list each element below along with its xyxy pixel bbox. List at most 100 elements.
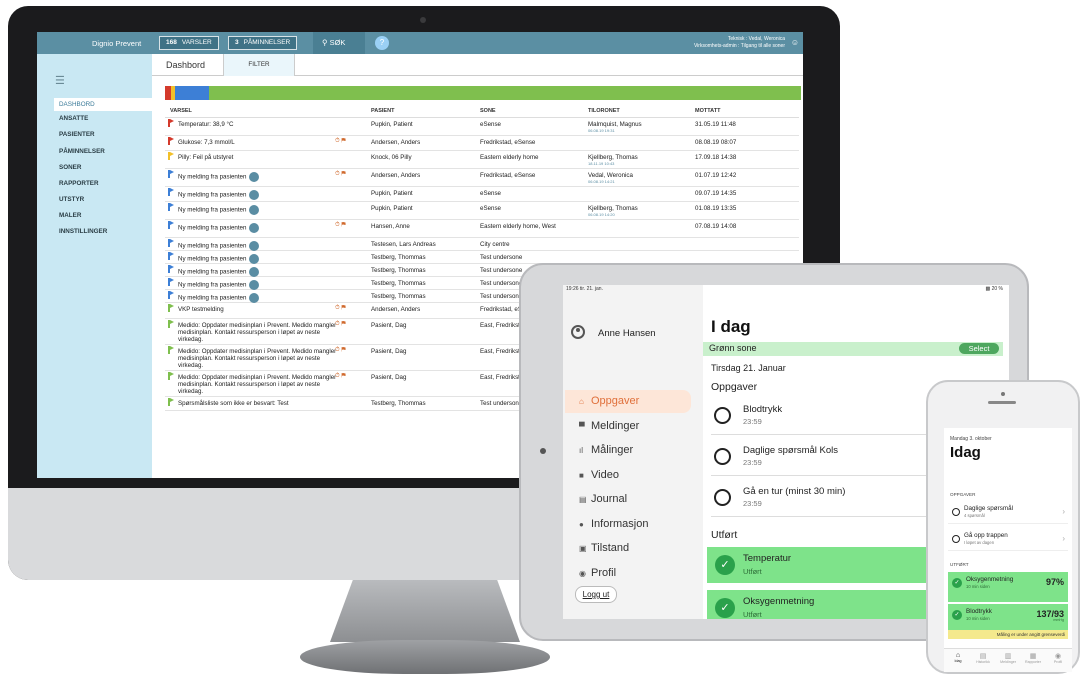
alarm-actions-icon[interactable]: ⏱ ⚑ (335, 138, 346, 145)
phone-done-item[interactable]: ✓ Blodtrykk 10 min siden 137/93 mmHg (948, 604, 1068, 630)
nav-item-journal[interactable]: ▤ Journal (565, 488, 691, 511)
task-checkbox-icon[interactable] (952, 535, 960, 543)
phone-tab-meldinger[interactable]: ▥ Meldinger (996, 652, 1020, 664)
user-icon[interactable]: ☺ (791, 38, 799, 47)
patient-name[interactable]: Testberg, Thommas (371, 254, 476, 261)
message-icon[interactable] (249, 205, 260, 215)
phone-tab-label: Idag (954, 659, 962, 663)
phone-done-item[interactable]: ✓ Oksygenmetning 10 min siden 97% (948, 572, 1068, 602)
alarm-actions-icon[interactable]: ⏱ ⚑ (335, 222, 346, 229)
table-row[interactable]: Ny melding fra pasienten Pupkin, Patient e… (165, 187, 799, 202)
zone-select-button[interactable]: Select (959, 343, 999, 354)
column-header-tildelt[interactable]: TILORONET (588, 108, 694, 115)
alarm-actions-icon[interactable]: ⏱ ⚑ (335, 321, 346, 328)
nav-item-oppgaver[interactable]: ⌂ Oppgaver (565, 390, 691, 413)
column-header-sone[interactable]: SONE (480, 108, 586, 115)
phone-tab-historikk[interactable]: ▤ Historikk (971, 652, 995, 664)
phone-tab-rapporter[interactable]: ▦ Rapporter (1021, 652, 1045, 664)
table-row[interactable]: Pilly: Feil på utstyret Knock, 06 Pilly Ea… (165, 151, 799, 169)
column-header-pasient[interactable]: PASIENT (371, 108, 476, 115)
alert-text: Ny melding fra pasienten (178, 172, 346, 182)
task-checkbox-icon[interactable] (714, 489, 731, 506)
reminders-button[interactable]: 3 PÅMINNELSER (228, 36, 298, 50)
task-checkbox-icon[interactable] (952, 508, 960, 516)
sidebar-item-ansatte[interactable]: ANSATTE (59, 115, 88, 122)
phone-tab-profil[interactable]: ◉ Profil (1046, 652, 1070, 664)
measurement-unit: mmHg (1053, 618, 1064, 622)
patient-name[interactable]: Pasient, Dag (371, 322, 476, 329)
patient-name[interactable]: Hansen, Anne (371, 223, 476, 230)
logout-button[interactable]: Logg ut (575, 586, 617, 603)
table-row[interactable]: Ny melding fra pasienten Pupkin, Patient e… (165, 202, 799, 220)
sidebar-item-paminnelser[interactable]: PÅMINNELSER (59, 148, 105, 155)
alarm-actions-icon[interactable]: ⏱ ⚑ (335, 171, 346, 178)
table-row[interactable]: Ny melding fra pasienten ⏱ ⚑ Andersen, And… (165, 169, 799, 187)
tab-filter[interactable]: FILTER (223, 54, 295, 76)
patient-name[interactable]: Andersen, Anders (371, 139, 476, 146)
patient-name[interactable]: Testberg, Thommas (371, 267, 476, 274)
alarm-actions-icon[interactable]: ⏱ ⚑ (335, 305, 346, 312)
patient-name[interactable]: Andersen, Anders (371, 172, 476, 179)
phone-task-title: Daglige spørsmål (964, 505, 1013, 512)
patient-name[interactable]: Andersen, Anders (371, 306, 476, 313)
patient-name[interactable]: Pupkin, Patient (371, 190, 476, 197)
table-row[interactable]: Glukose: 7,3 mmol/L ⏱ ⚑ Andersen, Anders Fr… (165, 136, 799, 151)
message-icon[interactable] (249, 293, 260, 303)
priority-flag-icon (168, 137, 174, 145)
menu-icon[interactable]: ☰ (55, 74, 65, 87)
message-icon[interactable] (249, 254, 260, 264)
patient-name[interactable]: Testberg, Thommas (371, 400, 476, 407)
search-button[interactable]: ⚲ SØK (313, 32, 365, 54)
nav-item-video[interactable]: ■ Video (565, 464, 691, 487)
patient-name[interactable]: Knock, 06 Pilly (371, 154, 476, 161)
patient-name[interactable]: Pupkin, Patient (371, 205, 476, 212)
nav-item-målinger[interactable]: ıl Målinger (565, 439, 691, 462)
message-icon[interactable] (249, 172, 260, 182)
sidebar-item-utstyr[interactable]: UTSTYR (59, 196, 84, 203)
nav-item-informasjon[interactable]: ● Informasjon (565, 513, 691, 536)
assignee-timestamp: 06.08.19 14:20 (588, 212, 615, 218)
phone-tab-idag[interactable]: ⌂ Idag (946, 652, 970, 663)
task-checkbox-icon[interactable] (714, 407, 731, 424)
column-header-mottatt[interactable]: MOTTATT (695, 108, 795, 115)
message-icon[interactable] (249, 267, 260, 277)
sidebar-item-dashbord[interactable]: DASHBORD (54, 98, 152, 111)
task-checkbox-icon[interactable] (714, 448, 731, 465)
patient-name[interactable]: Pupkin, Patient (371, 121, 476, 128)
message-icon[interactable] (249, 280, 260, 290)
sidebar-item-rapporter[interactable]: RAPPORTER (59, 180, 99, 187)
help-button[interactable]: ? (375, 36, 389, 50)
alerts-button[interactable]: 168 VARSLER (159, 36, 219, 50)
sidebar-item-maler[interactable]: MALER (59, 212, 81, 219)
assignee-name: Malmquist, Magnus (588, 121, 642, 128)
column-header-varsel[interactable]: VARSEL (170, 108, 338, 115)
table-row[interactable]: Temperatur: 38,9 °C Pupkin, Patient eSense… (165, 118, 799, 136)
nav-item-tilstand[interactable]: ▣ Tilstand (565, 537, 691, 560)
assignee: Vedal, Weronica 06.08.19 14:21 (588, 172, 694, 184)
patient-name[interactable]: Pasient, Dag (371, 348, 476, 355)
table-row[interactable]: Ny melding fra pasienten Testesen, Lars A… (165, 238, 799, 251)
phone-task-item[interactable]: Daglige spørsmål 4 spørsmål › (948, 502, 1068, 524)
assignee: Malmquist, Magnus 06.08.19 19:31 (588, 121, 694, 133)
message-icon[interactable] (249, 190, 260, 200)
alarm-actions-icon[interactable]: ⏱ ⚑ (335, 373, 346, 380)
table-row[interactable]: Ny melding fra pasienten ⏱ ⚑ Hansen, Anne E… (165, 220, 799, 238)
nav-item-profil[interactable]: ◉ Profil (565, 562, 691, 585)
received-time: 08.08.19 08:07 (695, 139, 737, 146)
patient-name[interactable]: Testesen, Lars Andreas (371, 241, 476, 248)
nav-item-meldinger[interactable]: ▀ Meldinger (565, 415, 691, 438)
message-icon[interactable] (249, 223, 260, 233)
patient-name[interactable]: Pasient, Dag (371, 374, 476, 381)
priority-flag-icon (168, 203, 174, 211)
phone-task-item[interactable]: Gå opp trappen I løpet av dagen › (948, 529, 1068, 551)
patient-name[interactable]: Testberg, Thommas (371, 293, 476, 300)
alarm-actions-icon[interactable]: ⏱ ⚑ (335, 347, 346, 354)
sidebar-item-soner[interactable]: SONER (59, 164, 81, 171)
message-icon[interactable] (249, 241, 260, 251)
assignee: Kjellberg, Thomas 18.11.19 10:43 (588, 154, 694, 166)
sidebar-item-innstillinger[interactable]: INNSTILLINGER (59, 228, 107, 235)
sidebar-item-pasienter[interactable]: PASIENTER (59, 131, 95, 138)
tab-dashbord[interactable]: Dashbord (166, 54, 205, 76)
tablet-home-button[interactable] (540, 448, 546, 454)
patient-name[interactable]: Testberg, Thommas (371, 280, 476, 287)
